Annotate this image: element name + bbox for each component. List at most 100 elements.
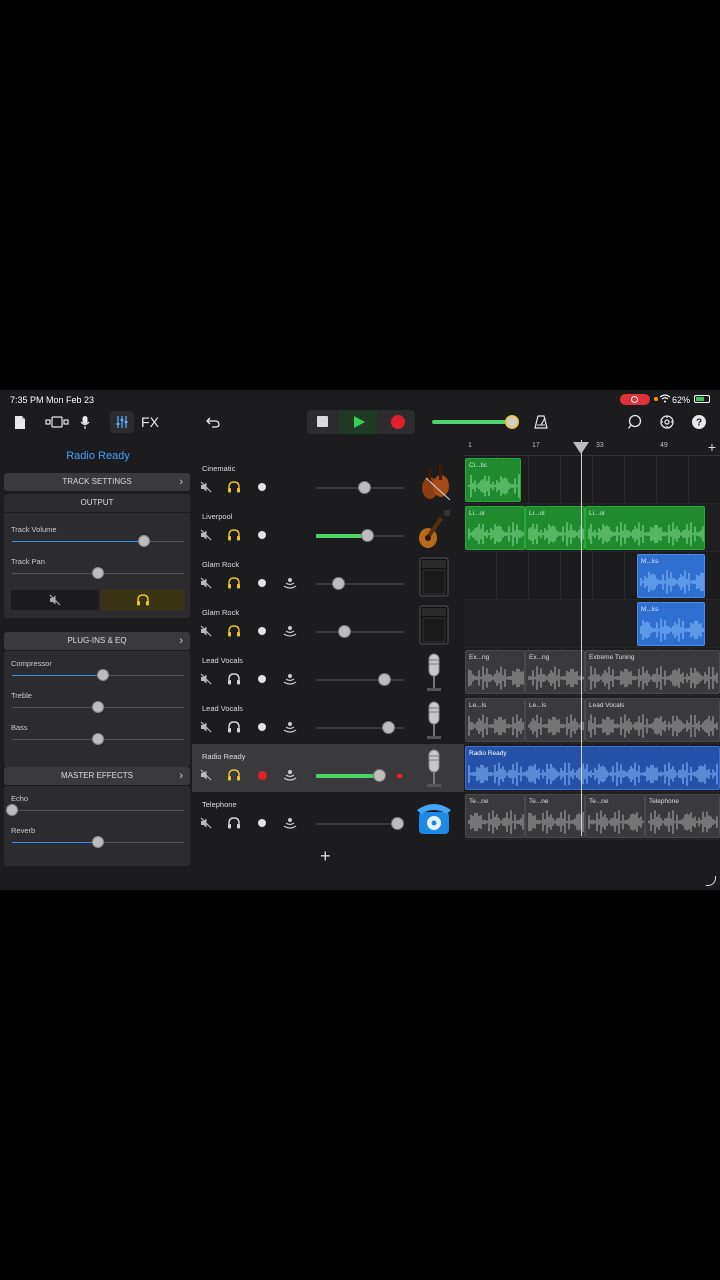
mixer-icon[interactable] — [110, 411, 134, 433]
region[interactable]: Telephone — [645, 794, 720, 838]
inspector-title[interactable]: Radio Ready — [0, 450, 196, 462]
track-volume-slider[interactable] — [12, 535, 184, 547]
screen-recording-indicator[interactable] — [620, 394, 650, 405]
reverb-thumb[interactable] — [92, 836, 104, 848]
bar-ruler[interactable]: + 1 17 33 49 — [464, 438, 720, 456]
track-volume-thumb[interactable] — [390, 817, 404, 830]
mute-icon[interactable] — [199, 528, 213, 542]
amp-icon[interactable] — [414, 604, 454, 646]
track-mute-button[interactable] — [11, 590, 99, 610]
add-track-icon[interactable]: + — [320, 846, 331, 867]
headphones-icon[interactable] — [227, 576, 241, 590]
track-solo-button[interactable] — [101, 590, 185, 610]
mute-icon[interactable] — [199, 720, 213, 734]
my-songs-icon[interactable] — [12, 411, 28, 433]
master-volume-thumb[interactable] — [504, 415, 519, 429]
track-lane[interactable]: Ex...ng Ex...ng Extreme Tuning — [464, 648, 720, 696]
region[interactable]: Ex...ng — [465, 650, 525, 694]
mute-icon[interactable] — [199, 624, 213, 638]
track-volume-slider[interactable] — [316, 673, 404, 686]
bass-thumb[interactable] — [92, 733, 104, 745]
plugins-eq-header[interactable]: PLUG-INS & EQ › — [4, 632, 190, 650]
track-volume-slider[interactable] — [316, 721, 404, 734]
mute-icon[interactable] — [199, 576, 213, 590]
headphones-icon[interactable] — [227, 624, 241, 638]
play-button[interactable] — [339, 410, 377, 434]
track-row[interactable]: Liverpool — [192, 504, 464, 552]
compressor-slider[interactable] — [12, 669, 184, 681]
echo-thumb[interactable] — [6, 804, 18, 816]
track-lane[interactable]: Li...ol Li...ol Li...ol — [464, 504, 720, 552]
track-row[interactable]: Telephone — [192, 792, 464, 840]
record-enable-icon[interactable] — [255, 528, 269, 542]
metronome-icon[interactable] — [532, 411, 550, 433]
reverb-slider[interactable] — [12, 836, 184, 848]
mute-icon[interactable] — [199, 816, 213, 830]
track-volume-slider[interactable] — [316, 817, 404, 830]
headphones-icon[interactable] — [227, 528, 241, 542]
record-enable-icon[interactable] — [255, 624, 269, 638]
track-volume-slider[interactable] — [316, 625, 404, 638]
region[interactable]: Li...ol — [585, 506, 705, 550]
track-volume-thumb[interactable] — [373, 769, 387, 782]
track-settings-header[interactable]: TRACK SETTINGS › — [4, 473, 190, 491]
track-volume-thumb[interactable] — [138, 535, 151, 547]
headphones-icon[interactable] — [227, 672, 241, 686]
headphones-icon[interactable] — [227, 720, 241, 734]
track-pan-slider[interactable] — [12, 567, 184, 579]
track-row[interactable]: Glam Rock — [192, 552, 464, 600]
record-enable-icon[interactable] — [255, 816, 269, 830]
region[interactable]: Le...ls — [525, 698, 585, 742]
browser-view-icon[interactable] — [44, 411, 70, 433]
track-volume-thumb[interactable] — [377, 673, 391, 686]
strings-icon[interactable] — [414, 460, 454, 502]
headphones-icon[interactable] — [227, 816, 241, 830]
region[interactable]: Ci...tic — [465, 458, 521, 502]
region[interactable]: Radio Ready — [465, 746, 720, 790]
telephone-icon[interactable] — [414, 796, 454, 838]
input-monitor-icon[interactable] — [283, 672, 297, 686]
input-monitor-icon[interactable] — [283, 720, 297, 734]
region[interactable]: Te...ne — [585, 794, 645, 838]
track-row[interactable]: Radio Ready — [192, 744, 464, 792]
track-lane[interactable]: Te...ne Te...ne Te...ne Telephone — [464, 792, 720, 840]
region[interactable]: Te...ne — [465, 794, 525, 838]
tracks-timeline[interactable]: + 1 17 33 49 Ci...tic Li...ol Li...ol Li...ol M… — [464, 438, 720, 890]
mute-icon[interactable] — [199, 480, 213, 494]
bass-guitar-icon[interactable] — [414, 508, 454, 550]
region[interactable]: Le...ls — [465, 698, 525, 742]
track-row[interactable]: Cinematic — [192, 456, 464, 504]
region[interactable]: Extreme Tuning — [585, 650, 720, 694]
master-effects-header[interactable]: MASTER EFFECTS › — [4, 767, 190, 785]
region[interactable]: Ex...ng — [525, 650, 585, 694]
microphone-icon[interactable] — [78, 411, 92, 433]
loop-browser-icon[interactable] — [626, 411, 644, 433]
track-row[interactable]: Glam Rock — [192, 600, 464, 648]
track-volume-thumb[interactable] — [358, 481, 372, 494]
master-volume-slider[interactable] — [432, 415, 519, 429]
help-icon[interactable]: ? — [690, 411, 708, 433]
track-volume-thumb[interactable] — [338, 625, 352, 638]
headphones-icon[interactable] — [227, 480, 241, 494]
settings-icon[interactable] — [658, 411, 676, 433]
track-lane[interactable]: Ci...tic — [464, 456, 720, 504]
track-volume-slider[interactable] — [316, 481, 404, 494]
track-volume-thumb[interactable] — [332, 577, 345, 590]
amp-icon[interactable] — [414, 556, 454, 598]
region[interactable]: Li...ol — [525, 506, 585, 550]
undo-icon[interactable] — [204, 411, 222, 433]
input-monitor-icon[interactable] — [283, 768, 297, 782]
record-enable-icon[interactable] — [255, 720, 269, 734]
input-monitor-icon[interactable] — [283, 816, 297, 830]
region[interactable]: M...ks — [637, 602, 705, 646]
fx-button[interactable]: FX — [140, 411, 160, 433]
record-enable-icon[interactable] — [255, 576, 269, 590]
input-monitor-icon[interactable] — [283, 624, 297, 638]
track-row[interactable]: Lead Vocals — [192, 648, 464, 696]
track-lane[interactable]: Le...ls Le...ls Lead Vocals — [464, 696, 720, 744]
track-volume-slider[interactable] — [316, 529, 404, 542]
input-monitor-icon[interactable] — [283, 576, 297, 590]
track-row[interactable]: Lead Vocals — [192, 696, 464, 744]
region[interactable]: M...ks — [637, 554, 705, 598]
microphone-icon[interactable] — [414, 700, 454, 742]
